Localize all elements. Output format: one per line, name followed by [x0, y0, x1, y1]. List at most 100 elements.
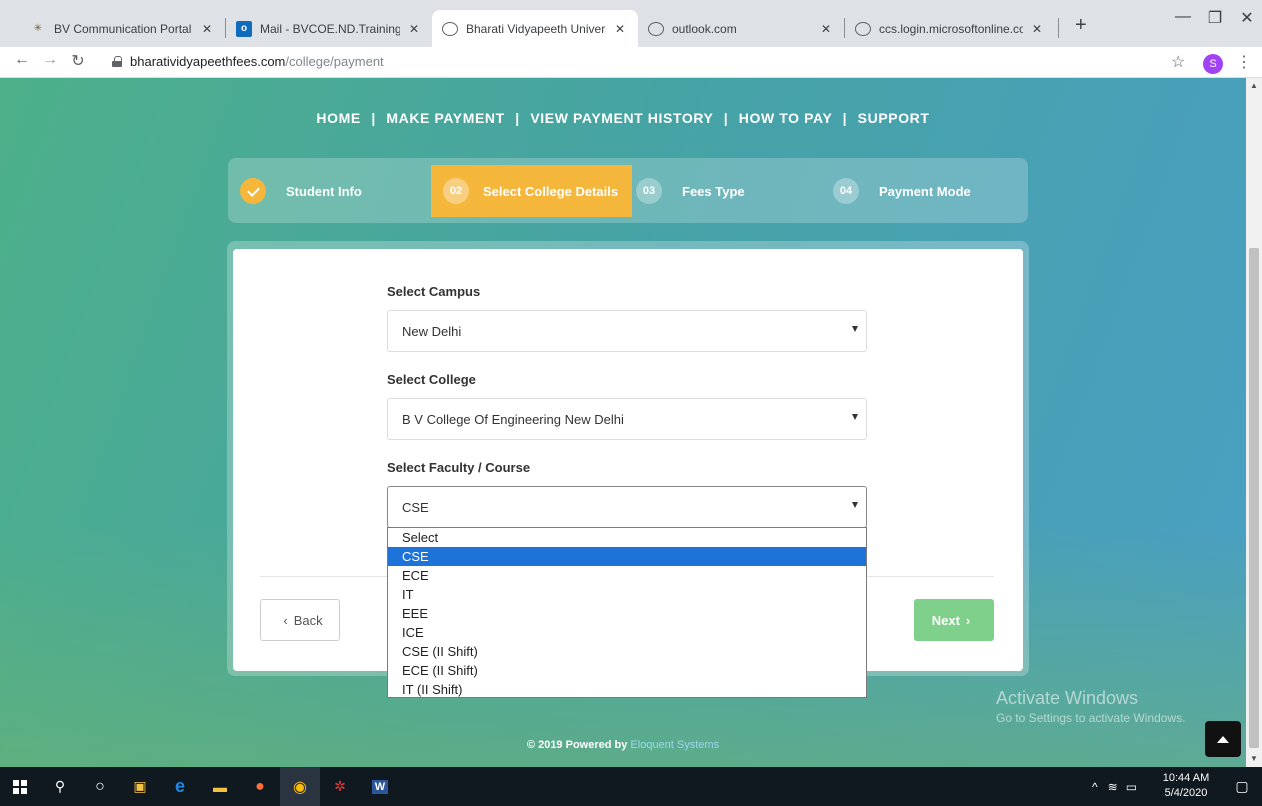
- app-icon[interactable]: ✲: [320, 767, 360, 806]
- course-value: CSE: [402, 499, 429, 515]
- course-option[interactable]: EEE: [388, 604, 866, 623]
- chrome-icon[interactable]: ◉: [280, 767, 320, 806]
- college-label: Select College: [387, 372, 476, 387]
- windows-taskbar: ⚲ ○ ▣ e ▬ ● ◉ ✲ W ^ ≋ ▭ 10:44 AM 5/4/202…: [0, 767, 1262, 806]
- chevron-left-icon: ‹: [283, 612, 288, 628]
- browser-toolbar: ← → ↻ bharatividyapeethfees.com/college/…: [0, 47, 1262, 78]
- nav-home[interactable]: HOME: [316, 110, 360, 126]
- tab-separator: [1058, 18, 1059, 38]
- step-student-info[interactable]: Student Info: [240, 165, 362, 217]
- tab-close-icon[interactable]: ✕: [199, 22, 215, 36]
- dropdown-arrow-icon: [852, 414, 858, 420]
- tab-close-icon[interactable]: ✕: [818, 22, 834, 36]
- step-fees-type[interactable]: 03 Fees Type: [636, 165, 745, 217]
- course-options-list[interactable]: Select CSE ECE IT EEE ICE CSE (II Shift) ECE (I…: [387, 527, 867, 698]
- watermark-subtitle: Go to Settings to activate Windows.: [996, 711, 1186, 725]
- nav-separator: |: [371, 110, 376, 126]
- nav-support[interactable]: SUPPORT: [858, 110, 930, 126]
- step-label: Student Info: [286, 183, 362, 199]
- restore-icon[interactable]: ❐: [1200, 8, 1230, 28]
- tab-bharati-vidyapeeth[interactable]: Bharati Vidyapeeth University ✕: [432, 10, 638, 47]
- browser-menu-icon[interactable]: ⋮: [1236, 52, 1252, 72]
- footer-brand-link[interactable]: Eloquent Systems: [630, 739, 719, 751]
- next-button-label: Next: [931, 612, 960, 628]
- forward-arrow-icon[interactable]: →: [40, 51, 60, 69]
- tab-outlook[interactable]: outlook.com ✕: [638, 10, 844, 47]
- course-option[interactable]: IT: [388, 585, 866, 604]
- course-option[interactable]: CSE: [388, 547, 866, 566]
- tab-title: Bharati Vidyapeeth University: [466, 21, 606, 36]
- chevron-right-icon: ›: [965, 612, 971, 628]
- tray-chevron-up-icon[interactable]: ^: [1092, 780, 1098, 794]
- course-select[interactable]: CSE: [387, 486, 867, 528]
- store-icon[interactable]: ▣: [120, 767, 160, 806]
- notification-icon[interactable]: ▢: [1222, 767, 1262, 806]
- footer-text: © 2019 Powered by: [526, 739, 628, 751]
- course-option[interactable]: ICE: [388, 623, 866, 642]
- tab-title: outlook.com: [672, 21, 737, 36]
- browser-tab-strip: ✳ BV Communication Portal ✕ o Mail - BVC…: [0, 0, 1262, 47]
- college-select[interactable]: B V College Of Engineering New Delhi: [387, 398, 867, 440]
- course-option[interactable]: Select: [388, 528, 866, 547]
- scroll-up-icon[interactable]: ▲: [1246, 78, 1262, 94]
- word-icon[interactable]: W: [360, 767, 400, 806]
- address-bar[interactable]: bharatividyapeethfees.com/college/paymen…: [112, 54, 384, 69]
- course-label: Select Faculty / Course: [387, 460, 531, 475]
- url-host: bharatividyapeethfees.com: [130, 54, 286, 69]
- watermark-title: Activate Windows: [996, 688, 1139, 708]
- tab-title: BV Communication Portal: [54, 21, 192, 36]
- wifi-icon[interactable]: ≋: [1108, 780, 1118, 794]
- tab-mail[interactable]: o Mail - BVCOE.ND.Training&Pla ✕: [226, 10, 432, 47]
- search-icon[interactable]: ⚲: [40, 767, 80, 806]
- step-select-college-details[interactable]: 02 Select College Details: [431, 165, 633, 217]
- back-button-label: Back: [293, 612, 323, 628]
- tab-microsoft-login[interactable]: ccs.login.microsoftonline.com ✕: [845, 10, 1055, 47]
- next-button[interactable]: Next ›: [914, 599, 994, 641]
- minimize-icon[interactable]: —: [1168, 8, 1198, 26]
- new-tab-button[interactable]: +: [1075, 14, 1087, 37]
- url-path: /college/payment: [285, 54, 384, 69]
- profile-avatar[interactable]: S: [1203, 54, 1223, 74]
- tab-close-icon[interactable]: ✕: [1029, 22, 1045, 36]
- activate-windows-watermark: Activate Windows Go to Settings to activ…: [996, 688, 1185, 725]
- course-option[interactable]: ECE (II Shift): [388, 661, 866, 680]
- globe-icon: [648, 21, 664, 36]
- nav-make-payment[interactable]: MAKE PAYMENT: [386, 110, 504, 126]
- course-option[interactable]: ECE: [388, 566, 866, 585]
- firefox-icon[interactable]: ●: [240, 767, 280, 806]
- battery-icon[interactable]: ▭: [1126, 780, 1137, 794]
- window-close-icon[interactable]: ✕: [1232, 8, 1262, 28]
- campus-select[interactable]: New Delhi: [387, 310, 867, 352]
- tab-close-icon[interactable]: ✕: [612, 22, 628, 36]
- start-button[interactable]: [0, 767, 40, 806]
- scroll-down-icon[interactable]: ▼: [1246, 751, 1262, 767]
- nav-separator: |: [723, 110, 729, 126]
- lock-icon: [112, 56, 122, 67]
- tab-bv-communication-portal[interactable]: ✳ BV Communication Portal ✕: [20, 10, 225, 47]
- nav-how-to-pay[interactable]: HOW TO PAY: [739, 110, 832, 126]
- scrollbar-thumb[interactable]: [1249, 248, 1259, 748]
- course-option[interactable]: CSE (II Shift): [388, 642, 866, 661]
- payment-stepper: Student Info 02 Select College Details 0…: [228, 158, 1028, 223]
- step-number: 03: [636, 178, 662, 204]
- page-scrollbar[interactable]: ▲ ▼: [1246, 78, 1262, 767]
- back-button[interactable]: ‹ Back: [260, 599, 340, 641]
- edge-icon[interactable]: e: [160, 767, 200, 806]
- system-tray: ^ ≋ ▭: [1092, 767, 1137, 806]
- reload-icon[interactable]: ↻: [68, 51, 88, 71]
- back-arrow-icon[interactable]: ←: [12, 51, 32, 69]
- clock-date: 5/4/2020: [1164, 787, 1208, 799]
- step-payment-mode[interactable]: 04 Payment Mode: [833, 165, 971, 217]
- clock-time: 10:44 AM: [1162, 772, 1210, 784]
- bookmark-star-icon[interactable]: ☆: [1171, 52, 1185, 72]
- cortana-icon[interactable]: ○: [80, 767, 120, 806]
- taskbar-clock[interactable]: 10:44 AM 5/4/2020: [1158, 771, 1214, 801]
- nav-view-payment-history[interactable]: VIEW PAYMENT HISTORY: [530, 110, 713, 126]
- checkmark-icon: [240, 178, 266, 204]
- course-option[interactable]: IT (II Shift): [388, 680, 866, 699]
- tab-close-icon[interactable]: ✕: [406, 22, 422, 36]
- file-explorer-icon[interactable]: ▬: [200, 767, 240, 806]
- scroll-to-top-button[interactable]: [1205, 721, 1241, 757]
- nav-separator: |: [515, 110, 520, 126]
- step-label: Select College Details: [483, 183, 619, 199]
